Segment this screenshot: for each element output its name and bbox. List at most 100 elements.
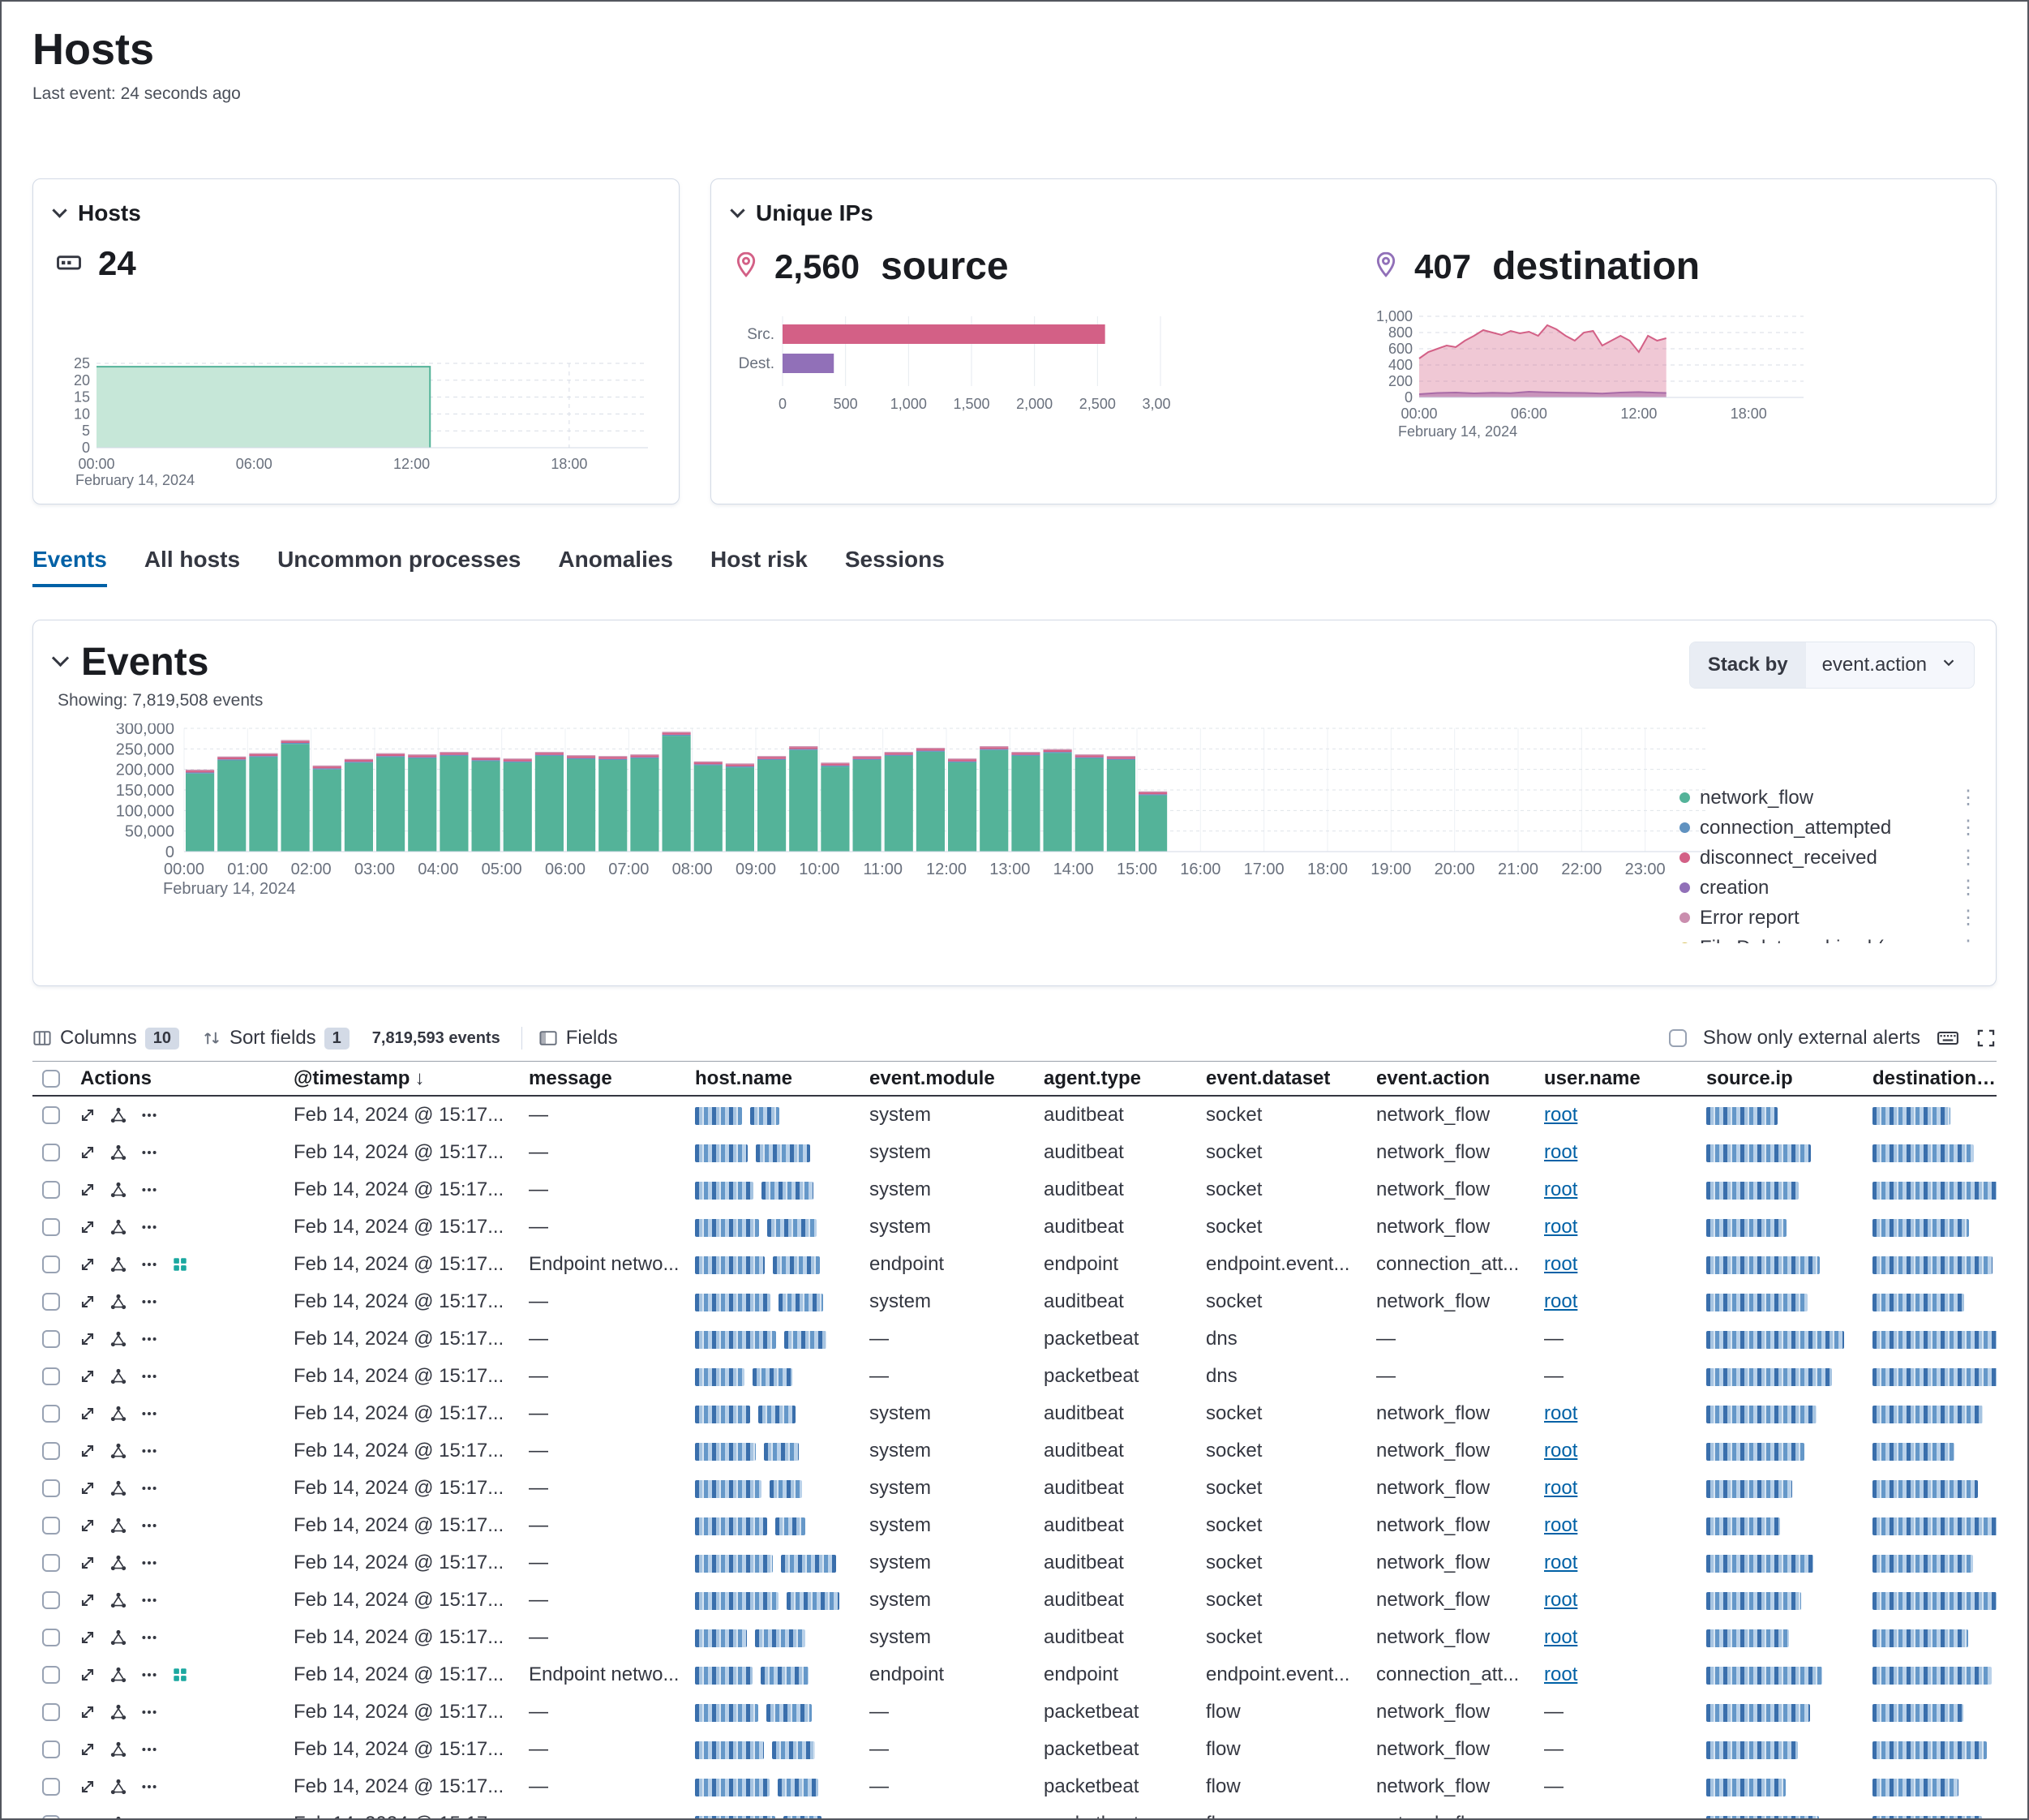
col-header-user-name[interactable]: user.name (1533, 1067, 1695, 1090)
table-row[interactable]: Feb 14, 2024 @ 15:17...——packetbeatflown… (32, 1805, 1997, 1820)
analyze-event-icon[interactable] (109, 1106, 127, 1124)
cell-user-name[interactable]: root (1533, 1589, 1695, 1612)
analyze-event-icon[interactable] (109, 1330, 127, 1348)
row-checkbox[interactable] (42, 1293, 60, 1311)
more-actions-icon[interactable] (140, 1405, 158, 1423)
legend-item-network-flow[interactable]: network_flow⋮ (1679, 783, 1978, 813)
analyze-event-icon[interactable] (109, 1591, 127, 1609)
table-row[interactable]: Feb 14, 2024 @ 15:17...——packetbeatdns—— (32, 1358, 1997, 1395)
user-name-link[interactable]: root (1544, 1253, 1577, 1275)
row-checkbox[interactable] (42, 1778, 60, 1796)
more-actions-icon[interactable] (140, 1666, 158, 1684)
sort-fields-button[interactable]: Sort fields 1 (202, 1027, 350, 1050)
legend-more-actions-icon[interactable]: ⋮ (1952, 786, 1978, 809)
row-checkbox[interactable] (42, 1256, 60, 1273)
row-checkbox[interactable] (42, 1666, 60, 1684)
cell-user-name[interactable]: — (1533, 1775, 1695, 1798)
cell-user-name[interactable]: — (1533, 1328, 1695, 1350)
cell-user-name[interactable]: — (1533, 1813, 1695, 1820)
table-row[interactable]: Feb 14, 2024 @ 15:17...—systemauditbeats… (32, 1395, 1997, 1432)
col-header-actions[interactable]: Actions (69, 1067, 282, 1090)
expand-event-icon[interactable] (79, 1367, 97, 1385)
user-name-link[interactable]: root (1544, 1216, 1577, 1238)
table-row[interactable]: Feb 14, 2024 @ 15:17...—systemauditbeats… (32, 1619, 1997, 1656)
row-checkbox[interactable] (42, 1144, 60, 1161)
expand-event-icon[interactable] (79, 1741, 97, 1758)
more-actions-icon[interactable] (140, 1181, 158, 1199)
more-actions-icon[interactable] (140, 1367, 158, 1385)
table-row[interactable]: Feb 14, 2024 @ 15:17...—systemauditbeats… (32, 1171, 1997, 1208)
user-name-link[interactable]: root (1544, 1440, 1577, 1462)
legend-more-actions-icon[interactable]: ⋮ (1952, 876, 1978, 899)
table-row[interactable]: Feb 14, 2024 @ 15:17...Endpoint netwo...… (32, 1656, 1997, 1693)
select-all-checkbox[interactable] (42, 1070, 60, 1088)
expand-event-icon[interactable] (79, 1517, 97, 1535)
more-actions-icon[interactable] (140, 1106, 158, 1124)
cell-user-name[interactable]: root (1533, 1440, 1695, 1462)
table-row[interactable]: Feb 14, 2024 @ 15:17...——packetbeatflown… (32, 1731, 1997, 1768)
expand-event-icon[interactable] (79, 1106, 97, 1124)
row-checkbox[interactable] (42, 1218, 60, 1236)
more-actions-icon[interactable] (140, 1554, 158, 1572)
expand-event-icon[interactable] (79, 1629, 97, 1646)
expand-event-icon[interactable] (79, 1405, 97, 1423)
legend-item-disconnect-received[interactable]: disconnect_received⋮ (1679, 843, 1978, 873)
tab-host-risk[interactable]: Host risk (710, 547, 808, 587)
show-external-alerts-checkbox[interactable] (1669, 1029, 1687, 1047)
user-name-link[interactable]: root (1544, 1552, 1577, 1573)
table-row[interactable]: Feb 14, 2024 @ 15:17...—systemauditbeats… (32, 1470, 1997, 1507)
user-name-link[interactable]: root (1544, 1178, 1577, 1200)
cell-user-name[interactable]: root (1533, 1626, 1695, 1649)
row-checkbox[interactable] (42, 1479, 60, 1497)
user-name-link[interactable]: root (1544, 1290, 1577, 1312)
columns-button[interactable]: Columns 10 (32, 1027, 179, 1050)
tab-sessions[interactable]: Sessions (845, 547, 945, 587)
expand-event-icon[interactable] (79, 1778, 97, 1796)
table-row[interactable]: Feb 14, 2024 @ 15:17...——packetbeatdns—— (32, 1320, 1997, 1358)
row-checkbox[interactable] (42, 1703, 60, 1721)
collapse-events-chevron-icon[interactable] (52, 650, 69, 667)
row-checkbox[interactable] (42, 1442, 60, 1460)
row-checkbox[interactable] (42, 1554, 60, 1572)
col-header-source-ip[interactable]: source.ip (1695, 1067, 1861, 1090)
analyze-event-icon[interactable] (109, 1554, 127, 1572)
more-actions-icon[interactable] (140, 1144, 158, 1161)
keyboard-shortcuts-icon[interactable] (1937, 1027, 1959, 1050)
legend-more-actions-icon[interactable]: ⋮ (1952, 936, 1978, 943)
col-header--timestamp[interactable]: @timestamp↓ (282, 1067, 517, 1090)
analyze-event-icon[interactable] (109, 1703, 127, 1721)
cell-user-name[interactable]: root (1533, 1402, 1695, 1425)
table-row[interactable]: Feb 14, 2024 @ 15:17...—systemauditbeats… (32, 1208, 1997, 1246)
legend-item-file-delete-archived-[interactable]: File Delete archived (⋮ (1679, 933, 1978, 943)
analyze-event-icon[interactable] (109, 1405, 127, 1423)
table-row[interactable]: Feb 14, 2024 @ 15:17...—systemauditbeats… (32, 1507, 1997, 1544)
legend-more-actions-icon[interactable]: ⋮ (1952, 816, 1978, 839)
row-checkbox[interactable] (42, 1741, 60, 1758)
cell-user-name[interactable]: root (1533, 1477, 1695, 1500)
more-actions-icon[interactable] (140, 1293, 158, 1311)
analyze-event-icon[interactable] (109, 1256, 127, 1273)
more-actions-icon[interactable] (140, 1442, 158, 1460)
tab-all-hosts[interactable]: All hosts (144, 547, 240, 587)
expand-event-icon[interactable] (79, 1554, 97, 1572)
cell-user-name[interactable]: — (1533, 1365, 1695, 1388)
cell-user-name[interactable]: root (1533, 1514, 1695, 1537)
col-header-destination-ip[interactable]: destination.ip (1861, 1067, 1997, 1090)
expand-event-icon[interactable] (79, 1293, 97, 1311)
row-checkbox[interactable] (42, 1591, 60, 1609)
row-checkbox[interactable] (42, 1629, 60, 1646)
row-checkbox[interactable] (42, 1181, 60, 1199)
col-header-message[interactable]: message (517, 1067, 684, 1090)
table-row[interactable]: Feb 14, 2024 @ 15:17...——packetbeatflown… (32, 1768, 1997, 1805)
user-name-link[interactable]: root (1544, 1402, 1577, 1424)
expand-event-icon[interactable] (79, 1591, 97, 1609)
analyze-event-icon[interactable] (109, 1815, 127, 1820)
cell-user-name[interactable]: — (1533, 1738, 1695, 1761)
expand-event-icon[interactable] (79, 1256, 97, 1273)
table-row[interactable]: Feb 14, 2024 @ 15:17...—systemauditbeats… (32, 1134, 1997, 1171)
col-header-host-name[interactable]: host.name (684, 1067, 858, 1090)
user-name-link[interactable]: root (1544, 1663, 1577, 1685)
expand-event-icon[interactable] (79, 1442, 97, 1460)
analyze-event-icon[interactable] (109, 1517, 127, 1535)
stack-by-select[interactable]: Stack by event.action (1689, 642, 1975, 689)
